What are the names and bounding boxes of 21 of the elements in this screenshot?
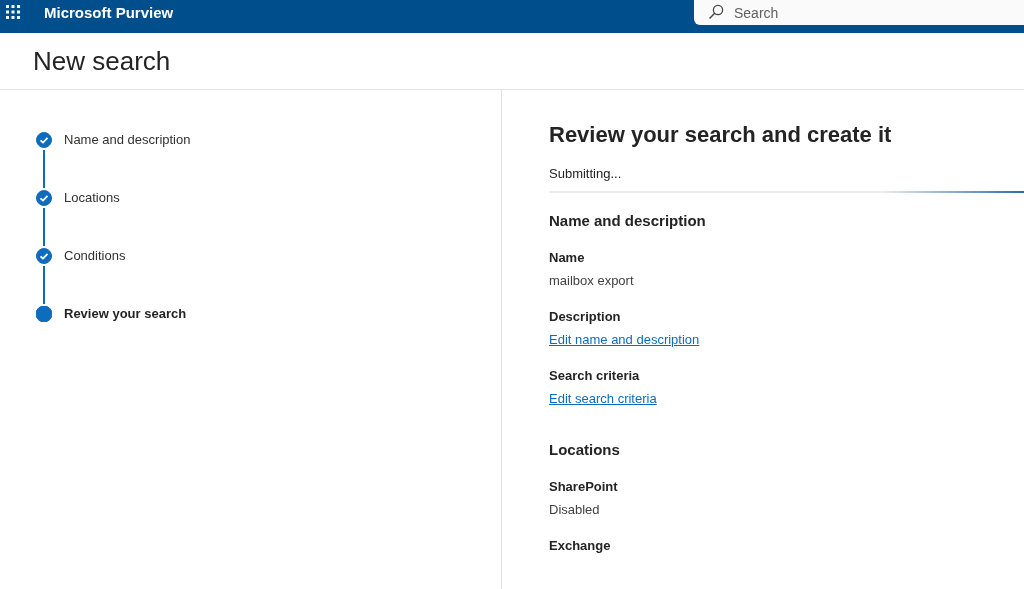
field-value: Disabled	[549, 501, 601, 519]
step-label[interactable]: Review your search	[64, 306, 187, 322]
edit-link[interactable]: Edit search criteria	[549, 391, 657, 406]
field-label: Exchange	[549, 537, 612, 555]
step-label[interactable]: Name and description	[64, 132, 191, 148]
app-title[interactable]: Microsoft Purview	[44, 4, 174, 21]
review-heading: Review your search and create it	[549, 121, 893, 149]
status-text: Submitting...	[549, 165, 623, 183]
field-label: SharePoint	[549, 478, 619, 496]
page-title: New search	[33, 45, 171, 77]
field-label: Description	[549, 308, 622, 326]
field-label: Name	[549, 249, 586, 267]
section-heading: Locations	[549, 440, 621, 460]
field-value: mailbox export	[549, 272, 635, 290]
step-label[interactable]: Locations	[64, 190, 120, 206]
app-launcher-icon[interactable]	[6, 5, 20, 19]
field-label: Search criteria	[549, 367, 641, 385]
edit-link[interactable]: Edit name and description	[549, 332, 700, 347]
step-label[interactable]: Conditions	[64, 248, 126, 264]
section-heading: Name and description	[549, 211, 707, 231]
search-field[interactable]: Search	[694, 0, 1024, 25]
